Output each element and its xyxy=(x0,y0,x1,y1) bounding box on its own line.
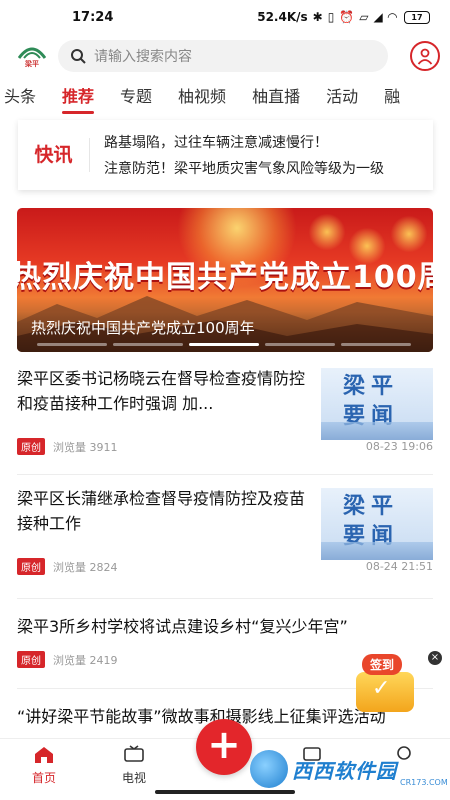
vibrate-icon: ▯ xyxy=(327,10,335,24)
news-thumbnail: 梁平要闻 xyxy=(321,368,433,440)
pager-dot[interactable] xyxy=(37,343,107,346)
tv-icon xyxy=(123,745,145,765)
pager-dot[interactable] xyxy=(341,343,411,346)
sign-in-floating-button[interactable]: ✓ 签到 xyxy=(350,650,422,720)
firework-decoration xyxy=(389,214,429,254)
tab-recommend[interactable]: 推荐 xyxy=(49,80,107,116)
status-bar: 17:24 52.4K/s ✱ ▯ ⏰ ▱ ◢ ◠ 17 xyxy=(0,0,450,34)
tab-live[interactable]: 柚直播 xyxy=(239,80,313,116)
home-icon xyxy=(33,745,55,765)
flash-news-card[interactable]: 快讯 路基塌陷，过往车辆注意减速慢行！ 注意防范！梁平地质灾害气象风险等级为一级 xyxy=(18,120,433,190)
tab-media[interactable]: 融 xyxy=(371,80,413,116)
site-watermark: 西西软件园 CR173.COM xyxy=(250,748,448,790)
thumbnail-skyline xyxy=(321,422,433,440)
alarm-icon: ⏰ xyxy=(339,10,355,24)
app-screen: 17:24 52.4K/s ✱ ▯ ⏰ ▱ ◢ ◠ 17 梁平 请输入搜索内容 xyxy=(0,0,450,800)
news-item[interactable]: 梁平区委书记杨晓云在督导检查疫情防控和疫苗接种工作时强调 加... 原创 浏览量… xyxy=(17,366,433,466)
original-badge: 原创 xyxy=(17,558,45,575)
app-logo[interactable]: 梁平 xyxy=(14,38,50,74)
news-time: 08-23 19:06 xyxy=(365,440,433,453)
user-icon xyxy=(417,48,433,65)
pager-dot-active[interactable] xyxy=(189,343,259,346)
home-indicator[interactable] xyxy=(155,790,295,794)
original-badge: 原创 xyxy=(17,651,45,668)
news-title: 梁平区委书记杨晓云在督导检查疫情防控和疫苗接种工作时强调 加... xyxy=(17,369,306,413)
news-title: 梁平区长蒲继承检查督导疫情防控及疫苗接种工作 xyxy=(17,489,306,533)
watermark-subtext: CR173.COM xyxy=(400,778,448,787)
news-title: 梁平3所乡村学校将试点建设乡村“复兴少年宫” xyxy=(17,617,348,636)
news-item[interactable]: 梁平区长蒲继承检查督导疫情防控及疫苗接种工作 原创 浏览量 2824 08-24… xyxy=(17,486,433,586)
news-time: 08-24 21:51 xyxy=(365,560,433,573)
battery-icon: 17 xyxy=(404,10,430,24)
no-sim-icon: ▱ xyxy=(359,10,369,24)
news-meta: 原创 浏览量 3911 08-23 19:06 xyxy=(17,438,433,455)
news-meta: 原创 浏览量 2824 08-24 21:51 xyxy=(17,558,433,575)
news-thumbnail: 梁平要闻 xyxy=(321,488,433,560)
banner-pager xyxy=(37,343,411,346)
view-count: 浏览量 2824 xyxy=(53,560,118,574)
view-count: 浏览量 3911 xyxy=(53,440,118,454)
bluetooth-icon: ✱ xyxy=(312,10,323,24)
user-profile-button[interactable] xyxy=(410,41,440,71)
hero-banner[interactable]: 热烈庆祝中国共产党成立100周年 热烈庆祝中国共产党成立100周年 xyxy=(17,208,433,352)
logo-text: 梁平 xyxy=(25,59,39,68)
divider xyxy=(17,598,433,599)
status-time: 17:24 xyxy=(72,9,114,25)
original-badge: 原创 xyxy=(17,438,45,455)
publish-plus-button[interactable]: + xyxy=(196,719,252,775)
close-icon[interactable]: × xyxy=(428,651,442,665)
nav-tv[interactable]: 电视 xyxy=(104,745,164,786)
check-icon: ✓ xyxy=(372,676,391,701)
flash-news-item[interactable]: 注意防范！梁平地质灾害气象风险等级为一级 xyxy=(104,156,384,180)
nav-home-label: 首页 xyxy=(31,771,56,785)
flash-news-label: 快讯 xyxy=(18,138,90,172)
view-count: 浏览量 2419 xyxy=(53,653,118,667)
firework-decoration xyxy=(307,212,347,252)
network-speed: 52.4K/s xyxy=(257,10,308,24)
banner-caption: 热烈庆祝中国共产党成立100周年 xyxy=(31,319,255,337)
divider xyxy=(17,474,433,475)
nav-home[interactable]: 首页 xyxy=(14,745,74,786)
wifi-icon: ◠ xyxy=(387,10,397,24)
sign-in-label: 签到 xyxy=(362,654,403,675)
search-bar[interactable]: 请输入搜索内容 xyxy=(58,40,388,72)
watermark-text: 西西软件园 xyxy=(292,758,397,783)
tab-activities[interactable]: 活动 xyxy=(313,80,371,116)
watermark-logo-icon xyxy=(250,750,288,788)
pager-dot[interactable] xyxy=(265,343,335,346)
logo-mark-icon xyxy=(18,47,46,59)
signal-icon: ◢ xyxy=(373,10,383,24)
thumbnail-skyline xyxy=(321,542,433,560)
category-tabs: 头条 推荐 专题 柚视频 柚直播 活动 融 xyxy=(0,80,450,116)
nav-tv-label: 电视 xyxy=(121,771,146,785)
tab-topics[interactable]: 专题 xyxy=(107,80,165,116)
top-header: 梁平 请输入搜索内容 xyxy=(0,36,450,76)
search-icon xyxy=(71,49,86,64)
pager-dot[interactable] xyxy=(113,343,183,346)
flash-news-ticker: 路基塌陷，过往车辆注意减速慢行！ 注意防范！梁平地质灾害气象风险等级为一级 xyxy=(90,130,384,180)
tab-headlines[interactable]: 头条 xyxy=(0,80,49,116)
search-placeholder: 请输入搜索内容 xyxy=(94,49,192,65)
flash-news-item[interactable]: 路基塌陷，过往车辆注意减速慢行！ xyxy=(104,130,384,156)
tab-videos[interactable]: 柚视频 xyxy=(165,80,239,116)
status-icons: 52.4K/s ✱ ▯ ⏰ ▱ ◢ ◠ 17 xyxy=(257,10,430,24)
